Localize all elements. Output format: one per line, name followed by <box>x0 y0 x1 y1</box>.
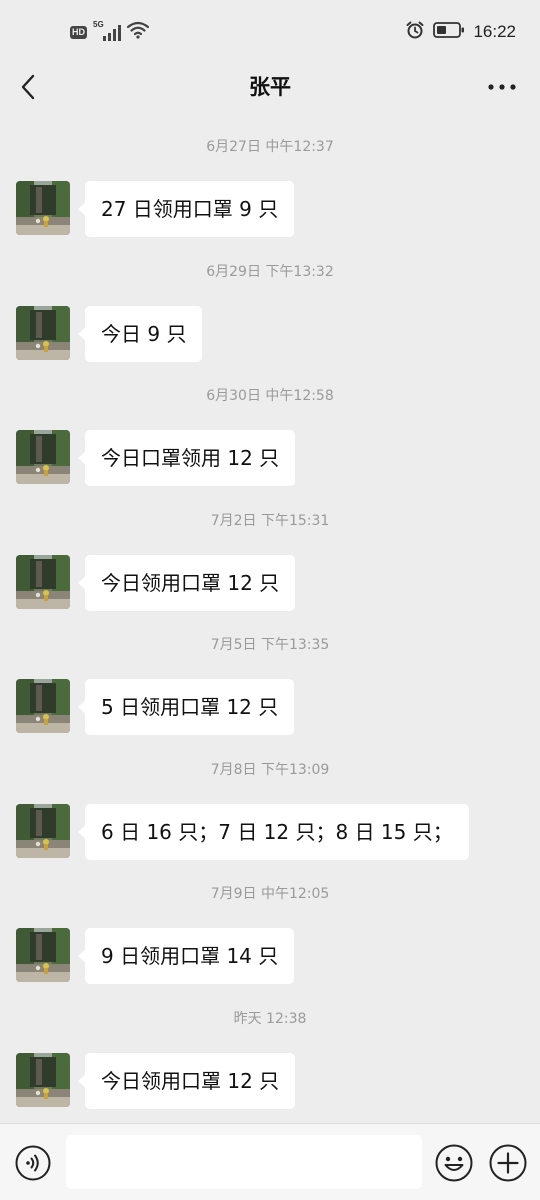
message-group: 7月5日 下午13:35 5 日领用口罩 12 只 <box>0 608 540 735</box>
contact-avatar[interactable] <box>16 803 70 858</box>
voice-icon <box>15 1145 51 1181</box>
input-bar <box>0 1123 540 1200</box>
more-dots-icon <box>488 84 516 90</box>
message-bubble[interactable]: 今日口罩领用 12 只 <box>77 430 296 486</box>
message-timestamp: 7月5日 下午13:35 <box>210 637 330 653</box>
contact-avatar[interactable] <box>16 1052 70 1107</box>
message-bubble[interactable]: 今日 9 只 <box>77 305 203 362</box>
message-timestamp: 6月27日 中午12:37 <box>206 139 334 155</box>
page-title: 张平 <box>249 75 291 99</box>
message-timestamp: 6月29日 下午13:32 <box>206 263 334 280</box>
message-bubble[interactable]: 6 日 16 只；7 日 12 只；8 日 15 只； <box>78 803 469 860</box>
message-group: 7月9日 中午12:05 9 日领用口罩 14 只 <box>0 857 540 984</box>
message-list[interactable]: 6月27日 中午12:37 27 日领用口罩 9 只 6月29日 下午13:32 今日… <box>0 110 540 1123</box>
message-group: 7月2日 下午15:31 今日领用口罩 12 只 <box>0 484 540 611</box>
message-bubble[interactable]: 27 日领用口罩 9 只 <box>77 181 295 237</box>
message-timestamp: 7月9日 中午12:05 <box>210 886 330 902</box>
nav-bar: 张平 <box>0 64 540 110</box>
status-bar: HD 5G 16:22 <box>0 0 540 64</box>
message-group: 7月8日 下午13:09 6 日 16 只；7 日 12 只；8 日 15 只； <box>0 733 540 860</box>
contact-avatar[interactable] <box>16 430 70 484</box>
emoji-icon <box>435 1144 473 1182</box>
plus-icon <box>489 1144 527 1182</box>
status-time: 16:22 <box>473 22 516 41</box>
message-bubble[interactable]: 今日领用口罩 12 只 <box>77 554 296 611</box>
plus-button[interactable] <box>489 1144 527 1182</box>
alarm-icon <box>405 20 425 44</box>
status-right: 16:22 <box>405 20 516 44</box>
message-bubble[interactable]: 9 日领用口罩 14 只 <box>77 928 295 984</box>
message-bubble[interactable]: 今日领用口罩 12 只 <box>77 1052 296 1109</box>
message-timestamp: 6月30日 中午12:58 <box>206 388 334 404</box>
message-group: 6月27日 中午12:37 27 日领用口罩 9 只 <box>0 110 540 237</box>
message-timestamp: 昨天 12:38 <box>233 1010 307 1027</box>
cell-signal-icon: 5G <box>93 20 121 42</box>
message-group: 6月30日 中午12:58 今日口罩领用 12 只 <box>0 359 540 486</box>
message-input[interactable] <box>66 1135 422 1189</box>
contact-avatar[interactable] <box>16 305 70 360</box>
contact-avatar[interactable] <box>16 679 70 733</box>
status-left: HD 5G <box>70 20 150 44</box>
more-button[interactable] <box>486 74 518 100</box>
contact-avatar[interactable] <box>16 928 70 982</box>
voice-button[interactable] <box>15 1145 51 1181</box>
wifi-icon <box>126 21 150 43</box>
contact-avatar[interactable] <box>16 181 70 235</box>
chat-screen: HD 5G 16:22 张平 6月27日 中午12:37 27 日领用口罩 9 … <box>0 0 540 1200</box>
message-bubble[interactable]: 5 日领用口罩 12 只 <box>77 679 295 735</box>
hd-badge: HD <box>70 25 87 39</box>
message-timestamp: 7月8日 下午13:09 <box>210 761 330 778</box>
message-group: 6月29日 下午13:32 今日 9 只 <box>0 235 540 362</box>
message-group: 昨天 12:38 今日领用口罩 12 只 <box>0 982 540 1109</box>
contact-avatar[interactable] <box>16 554 70 609</box>
message-timestamp: 7月2日 下午15:31 <box>210 512 330 529</box>
battery-icon <box>433 21 465 43</box>
emoji-button[interactable] <box>435 1144 473 1182</box>
